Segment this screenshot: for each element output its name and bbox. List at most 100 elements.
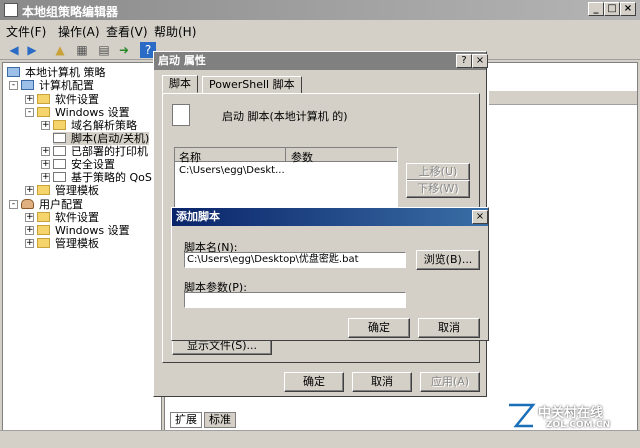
apply-button[interactable]: 应用(A) <box>420 372 480 392</box>
tree-security[interactable]: + 安全设置 <box>41 158 115 171</box>
chart-icon <box>53 172 66 182</box>
show-tree-icon[interactable]: ▦ <box>74 42 90 58</box>
tree-label: 基于策略的 QoS <box>71 171 152 184</box>
tree-user-windows[interactable]: + Windows 设置 <box>25 224 130 237</box>
forward-icon[interactable]: ▶ <box>24 42 40 58</box>
tree-label: 管理模板 <box>55 237 99 250</box>
tree-pane: 本地计算机 策略 - 计算机配置 + 软件设置 - Windows 设置 + 域… <box>2 62 162 446</box>
tree-label: 计算机配置 <box>39 79 94 92</box>
tab-powershell[interactable]: PowerShell 脚本 <box>202 76 302 94</box>
tree-label: 安全设置 <box>71 158 115 171</box>
expand-icon[interactable]: + <box>25 239 34 248</box>
zol-logo-icon <box>509 402 536 429</box>
menu-help[interactable]: 帮助(H) <box>154 23 196 40</box>
tab-standard[interactable]: 标准 <box>204 412 236 428</box>
column-param[interactable]: 参数 <box>291 149 313 165</box>
dialog-heading: 启动 脚本(本地计算机 的) <box>222 110 348 123</box>
collapse-icon[interactable]: - <box>9 81 18 90</box>
menubar: 文件(F) 操作(A) 查看(V) 帮助(H) <box>0 20 640 40</box>
tree-user-software[interactable]: + 软件设置 <box>25 211 99 224</box>
expand-icon[interactable]: + <box>41 160 50 169</box>
tree-scripts[interactable]: 脚本(启动/关机) <box>53 132 150 145</box>
folder-icon <box>37 212 50 222</box>
browse-button[interactable]: 浏览(B)... <box>416 250 480 270</box>
export-icon[interactable]: ➜ <box>116 42 132 58</box>
user-icon <box>21 199 34 209</box>
column-name[interactable]: 名称 <box>179 149 201 165</box>
main-titlebar: 本地组策略编辑器 _ □ × <box>0 0 640 20</box>
folder-icon <box>37 94 50 104</box>
script-icon <box>53 133 66 143</box>
tree-label: 域名解析策略 <box>71 119 137 132</box>
maximize-button[interactable]: □ <box>604 2 620 16</box>
security-icon <box>53 159 66 169</box>
tree-software[interactable]: + 软件设置 <box>25 93 99 106</box>
close-button[interactable]: × <box>620 2 636 16</box>
menu-action[interactable]: 操作(A) <box>58 23 100 40</box>
window-title: 本地组策略编辑器 <box>22 5 119 19</box>
tree-label: 用户配置 <box>39 198 83 211</box>
dialog-title: 启动 属性 <box>158 54 206 67</box>
list-item[interactable]: C:\Users\egg\Deskt... <box>179 165 285 176</box>
tree-admin-templates[interactable]: + 管理模板 <box>25 184 99 197</box>
help-button[interactable]: ? <box>456 54 472 68</box>
tree-printers[interactable]: + 已部署的打印机 <box>41 145 148 158</box>
ok-button[interactable]: 确定 <box>284 372 344 392</box>
move-up-button[interactable]: 上移(U) <box>406 163 470 181</box>
folder-icon <box>37 185 50 195</box>
tree-label: Windows 设置 <box>55 106 130 119</box>
minimize-button[interactable]: _ <box>588 2 604 16</box>
printer-icon <box>53 146 66 156</box>
tree-label: 管理模板 <box>55 184 99 197</box>
tree-user-config[interactable]: - 用户配置 <box>9 198 83 211</box>
tree-windows-settings[interactable]: - Windows 设置 <box>25 106 130 119</box>
cancel-button[interactable]: 取消 <box>352 372 412 392</box>
script-param-input[interactable] <box>184 292 406 308</box>
tree-label: 已部署的打印机 <box>71 145 148 158</box>
tree-label: 脚本(启动/关机) <box>71 132 150 145</box>
tree-dns[interactable]: + 域名解析策略 <box>41 119 137 132</box>
expand-icon[interactable]: + <box>41 147 50 156</box>
expand-icon[interactable]: + <box>25 186 34 195</box>
details-header <box>489 91 637 105</box>
tree-label: 软件设置 <box>55 93 99 106</box>
up-folder-icon[interactable]: ▲ <box>52 42 68 58</box>
tree-user-admin[interactable]: + 管理模板 <box>25 237 99 250</box>
add-dialog-title: 添加脚本 <box>176 210 220 223</box>
properties-icon[interactable]: ▤ <box>96 42 112 58</box>
expand-icon[interactable]: + <box>41 121 50 130</box>
expand-icon[interactable]: + <box>25 213 34 222</box>
expand-icon[interactable]: + <box>41 173 50 182</box>
list-header: 名称 参数 <box>175 148 397 165</box>
add-ok-button[interactable]: 确定 <box>348 318 410 338</box>
expand-icon[interactable]: + <box>25 95 34 104</box>
tree-label: 软件设置 <box>55 211 99 224</box>
add-cancel-button[interactable]: 取消 <box>418 318 480 338</box>
view-tabs: 扩展 标准 <box>166 412 296 430</box>
tree-label: Windows 设置 <box>55 224 130 237</box>
script-list[interactable]: 名称 参数 C:\Users\egg\Deskt... <box>174 147 398 209</box>
folder-icon <box>37 238 50 248</box>
expand-icon[interactable]: + <box>25 226 34 235</box>
menu-file[interactable]: 文件(F) <box>6 23 46 40</box>
tab-extended[interactable]: 扩展 <box>170 412 202 428</box>
tree-qos[interactable]: + 基于策略的 QoS <box>41 171 152 184</box>
tab-scripts[interactable]: 脚本 <box>162 75 198 93</box>
computer-icon <box>21 80 34 90</box>
collapse-icon[interactable]: - <box>9 200 18 209</box>
back-icon[interactable]: ◀ <box>6 42 22 58</box>
tree-root[interactable]: 本地计算机 策略 <box>7 66 106 79</box>
close-dialog-button[interactable]: × <box>472 54 488 68</box>
script-doc-icon <box>172 104 190 126</box>
script-name-input[interactable]: C:\Users\egg\Desktop\优盘密匙.bat <box>184 252 406 268</box>
computer-policy-icon <box>7 67 20 77</box>
menu-view[interactable]: 查看(V) <box>106 23 148 40</box>
folder-icon <box>37 107 50 117</box>
close-add-dialog-button[interactable]: × <box>472 210 488 224</box>
column-divider <box>285 148 286 161</box>
app-icon <box>4 3 18 17</box>
add-dialog-titlebar: 添加脚本 <box>172 208 488 226</box>
collapse-icon[interactable]: - <box>25 108 34 117</box>
tree-computer-config[interactable]: - 计算机配置 <box>9 79 94 92</box>
move-down-button[interactable]: 下移(W) <box>406 180 470 198</box>
